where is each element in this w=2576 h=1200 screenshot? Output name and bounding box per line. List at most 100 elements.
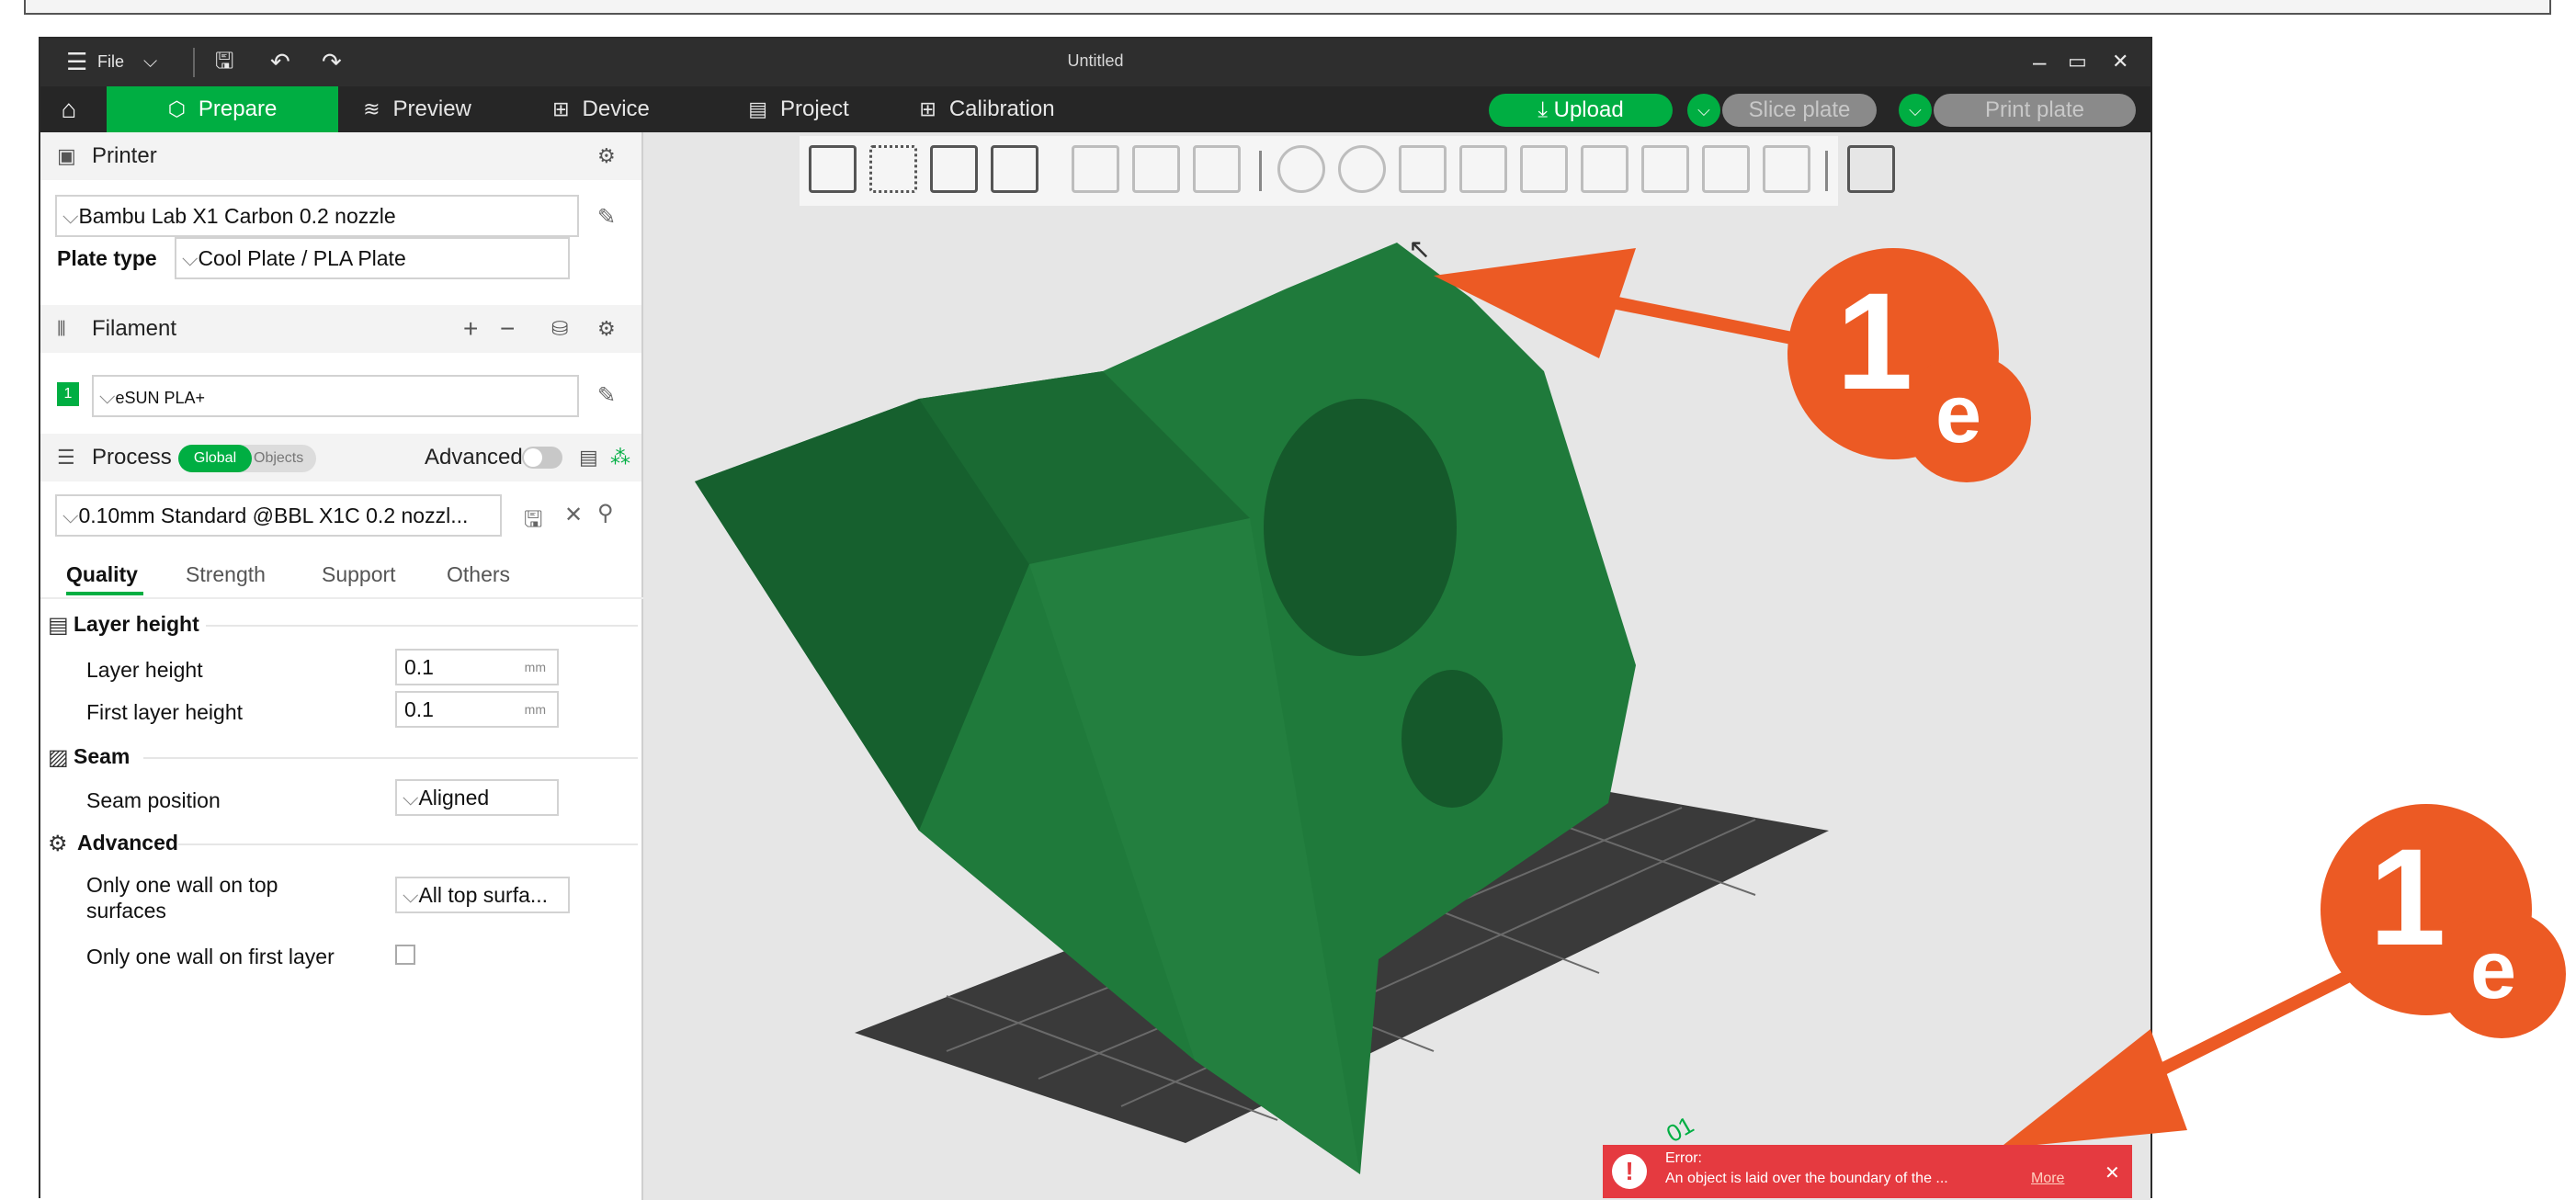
tab-strength[interactable]: Strength (186, 562, 266, 587)
filament-settings-gear-icon[interactable]: ⚙ (597, 305, 616, 353)
advanced-group-title: Advanced (77, 831, 178, 855)
error-more-link[interactable]: More (2031, 1171, 2064, 1187)
filament-sync-icon[interactable]: ⛁ (551, 305, 568, 353)
seam-group-title: Seam (74, 744, 131, 768)
chevron-down-icon: ⌵ (62, 504, 79, 527)
chevron-down-icon: ⌵ (403, 883, 419, 907)
filament-select[interactable]: ⌵eSUN PLA+ (92, 375, 579, 417)
first-layer-height-label: First layer height (86, 700, 244, 724)
process-preset-select[interactable]: ⌵0.10mm Standard @BBL X1C 0.2 nozzl... (55, 494, 502, 537)
plate-type-label: Plate type (57, 246, 157, 270)
cube-icon: ⬡ (167, 97, 186, 120)
layer-height-unit: mm (524, 660, 546, 674)
edit-filament-icon[interactable]: ✎ (597, 382, 616, 409)
filament-slot-badge[interactable]: 1 (57, 382, 79, 406)
minimize-icon[interactable]: – (2033, 48, 2046, 75)
upload-label: Upload (1553, 97, 1624, 122)
process-tree-icon[interactable]: ⁂ (610, 434, 630, 481)
tab-project[interactable]: ▤ Project (721, 86, 877, 132)
layer-height-input[interactable]: 0.1 mm (395, 649, 559, 685)
one-wall-top-value: All top surfa... (418, 883, 549, 907)
3d-viewport[interactable]: ↖ 01 (643, 132, 2150, 1200)
advanced-switch[interactable] (522, 447, 562, 469)
delete-preset-icon[interactable]: ✕ (564, 502, 583, 528)
group-divider (143, 757, 638, 759)
tab-prepare-label: Prepare (198, 96, 278, 121)
home-icon[interactable]: ⌂ (40, 86, 97, 132)
layer-height-group-title: Layer height (74, 612, 199, 636)
save-preset-icon[interactable]: 🖫 (524, 504, 542, 541)
chevron-down-icon: ⌵ (403, 786, 419, 809)
project-icon: ▤ (748, 97, 768, 120)
search-icon[interactable]: ⚲ (597, 500, 614, 526)
printer-settings-gear-icon[interactable]: ⚙ (597, 132, 616, 180)
objects-toggle-option[interactable]: Objects (254, 445, 318, 472)
advanced-group-icon: ⚙ (48, 832, 68, 856)
tab-quality[interactable]: Quality (66, 562, 138, 587)
slice-dropdown-icon[interactable]: ⌵ (1687, 94, 1720, 127)
one-wall-first-layer-checkbox[interactable] (395, 945, 415, 965)
tab-preview-label: Preview (392, 96, 471, 121)
calibration-icon: ⊞ (919, 97, 936, 120)
annotation-number: 1 (1836, 264, 1913, 418)
global-toggle-option[interactable]: Global (178, 445, 252, 472)
tab-others[interactable]: Others (447, 562, 510, 587)
process-compare-icon[interactable]: ▤ (579, 434, 598, 481)
active-tab-underline (66, 592, 143, 595)
group-divider (178, 843, 638, 845)
one-wall-top-label-line1: Only one wall on top (86, 873, 278, 897)
annotation-number-2: 1 (2369, 820, 2446, 974)
first-layer-height-input[interactable]: 0.1 mm (395, 691, 559, 728)
tab-device[interactable]: ⊞ Device (518, 86, 684, 132)
close-window-icon[interactable]: ✕ (2112, 48, 2128, 75)
add-filament-icon[interactable]: + (463, 305, 478, 353)
plate-type-value: Cool Plate / PLA Plate (198, 246, 406, 270)
filament-icon: ⦀ (57, 317, 66, 340)
tab-preview[interactable]: ≋ Preview (335, 86, 500, 132)
3d-model-cavity-small (1401, 670, 1503, 808)
slice-plate-button[interactable]: Slice plate (1722, 94, 1877, 127)
error-notification: ! Error: An object is laid over the boun… (1603, 1145, 2132, 1198)
one-wall-first-layer-label: Only one wall on first layer (86, 945, 335, 968)
window-title: Untitled (1067, 51, 1124, 70)
maximize-icon[interactable]: ▭ (2068, 48, 2087, 75)
filament-section-header: ⦀ Filament + − ⛁ ⚙ (40, 305, 641, 353)
upload-icon: ⤓ (1538, 97, 1554, 122)
annotation-sub-letter-2: e (2470, 924, 2517, 1016)
tab-support[interactable]: Support (322, 562, 396, 587)
tab-prepare[interactable]: ⬡ Prepare (107, 86, 338, 132)
printer-section-title: Printer (92, 143, 157, 168)
error-title: Error: (1665, 1150, 1702, 1166)
chevron-down-icon: ⌵ (99, 384, 116, 408)
plate-type-select[interactable]: ⌵Cool Plate / PLA Plate (175, 237, 570, 279)
printer-model-value: Bambu Lab X1 Carbon 0.2 nozzle (78, 204, 396, 228)
tab-calibration-label: Calibration (948, 96, 1055, 121)
chevron-down-icon: ⌵ (62, 204, 79, 228)
main-nav-bar: ⌂ ⬡ Prepare ≋ Preview ⊞ Device ▤ Project ⊞ Ca… (40, 86, 2150, 132)
layer-height-group-icon: ▤ (48, 613, 69, 638)
first-layer-height-value: 0.1 (404, 697, 434, 721)
remove-filament-icon[interactable]: − (500, 305, 515, 353)
tab-device-label: Device (582, 96, 650, 121)
seam-group-icon: ▨ (48, 745, 69, 770)
seam-position-select[interactable]: ⌵Aligned (395, 779, 559, 816)
printer-icon: ▣ (57, 144, 76, 167)
3d-model-cavity (1264, 399, 1457, 656)
process-section-title: Process (92, 445, 172, 470)
seam-position-value: Aligned (418, 786, 490, 809)
one-wall-top-select[interactable]: ⌵All top surfa... (395, 877, 570, 913)
upload-button[interactable]: ⤓ Upload (1489, 94, 1673, 127)
group-divider (206, 625, 638, 627)
print-dropdown-icon[interactable]: ⌵ (1899, 94, 1932, 127)
tab-calibration[interactable]: ⊞ Calibration (895, 86, 1079, 132)
printer-model-select[interactable]: ⌵Bambu Lab X1 Carbon 0.2 nozzle (55, 195, 579, 237)
advanced-label: Advanced (425, 445, 523, 470)
close-icon[interactable]: ✕ (2105, 1161, 2120, 1184)
bambu-studio-window: ☰ File ⌵ 🖫 ↶ ↷ Untitled – ▭ ✕ ⌂ ⬡ Prepare… (39, 37, 2152, 1200)
layer-height-value: 0.1 (404, 655, 434, 679)
process-preset-value: 0.10mm Standard @BBL X1C 0.2 nozzl... (78, 504, 469, 527)
edit-printer-icon[interactable]: ✎ (597, 204, 616, 231)
device-icon: ⊞ (552, 97, 570, 120)
plate-number-label: 01 (1662, 1111, 1698, 1148)
print-plate-button[interactable]: Print plate (1934, 94, 2136, 127)
